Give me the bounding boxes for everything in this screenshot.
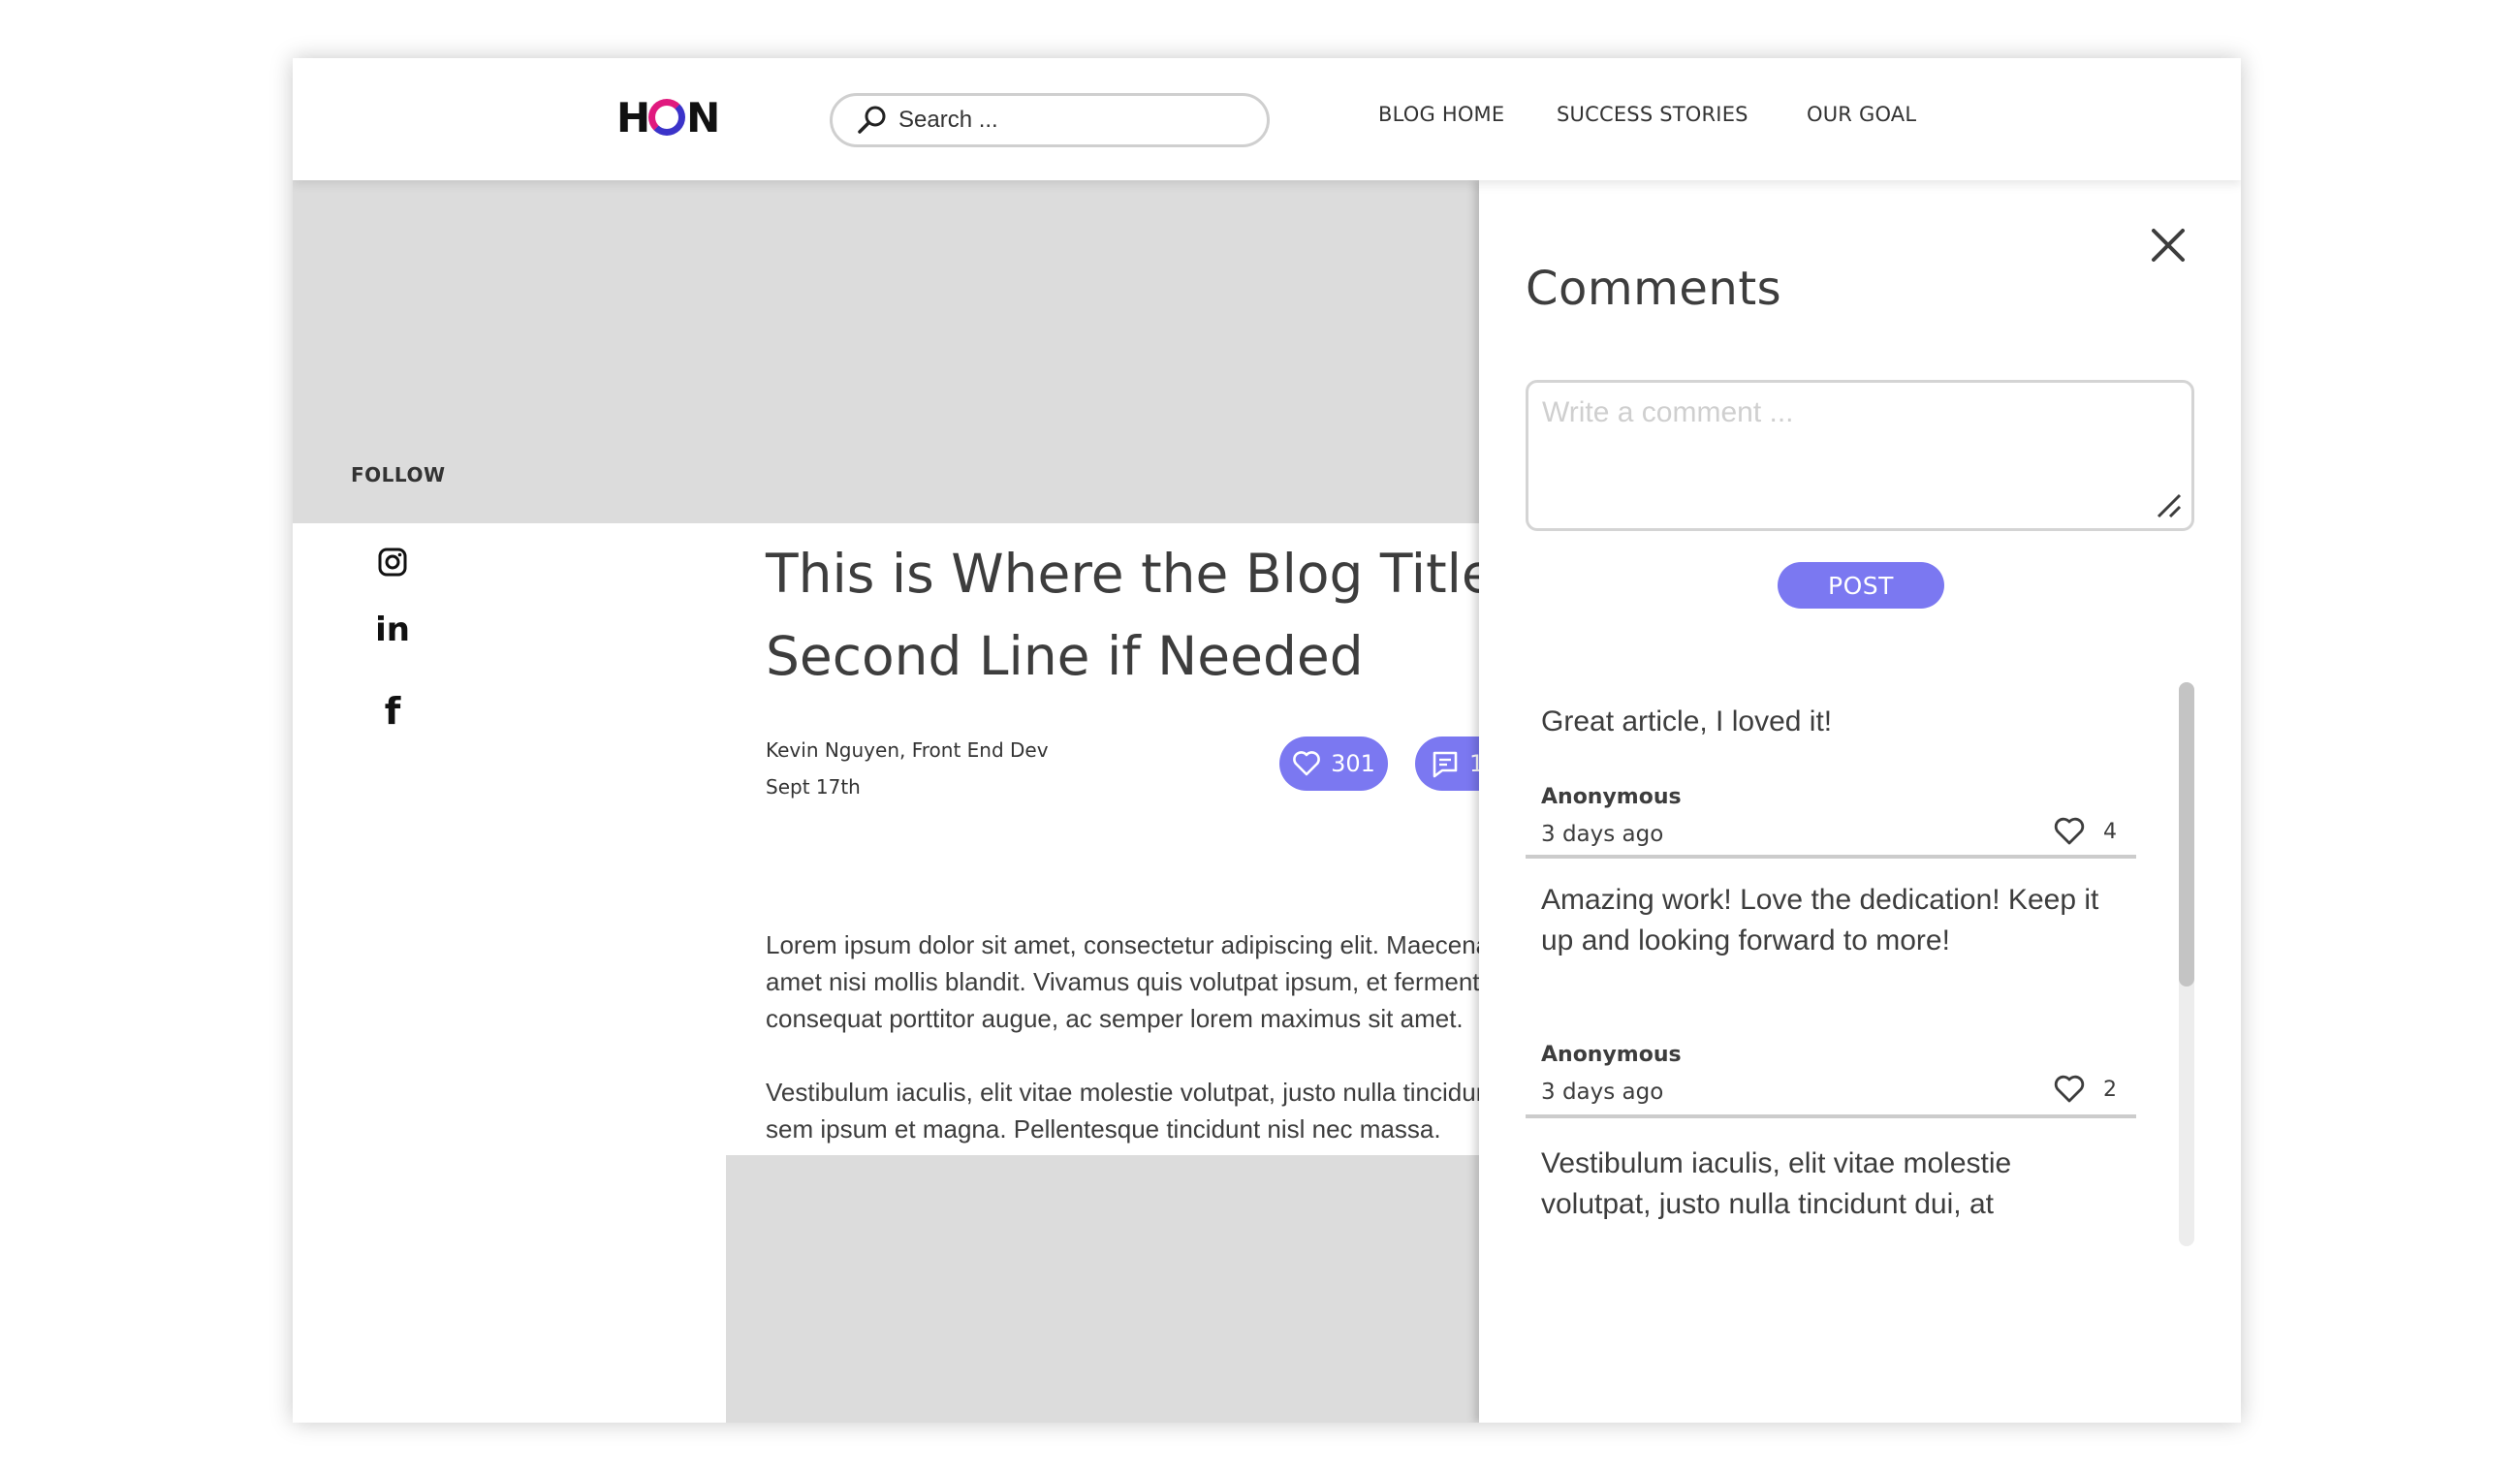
comment-text: Great article, I loved it! [1541,705,1833,737]
search-input[interactable] [898,107,1247,134]
nav-success-stories[interactable]: SUCCESS STORIES [1557,103,1748,126]
comment-text: Amazing work! Love the dedication! Keep … [1541,884,2099,956]
article-image-placeholder [726,1155,1501,1423]
nav-blog-home[interactable]: BLOG HOME [1378,103,1504,126]
comment-like-button[interactable]: 4 [2053,816,2117,847]
comment-item: Great article, I loved it! Anonymous 3 d… [1526,684,2136,859]
search-bar[interactable] [830,93,1270,147]
comment-list[interactable]: Great article, I loved it! Anonymous 3 d… [1526,684,2136,1258]
comment-item: Vestibulum iaculis, elit vitae molestie … [1526,1118,2136,1258]
comment-item: Amazing work! Love the dedication! Keep … [1526,859,2136,1118]
comments-panel: Comments POST Great article, I loved it!… [1479,180,2241,1423]
logo[interactable]: HN [616,93,720,141]
article-paragraph-1: Lorem ipsum dolor sit amet, consectetur … [766,926,1502,1037]
comment-like-button[interactable]: 2 [2053,1074,2117,1105]
comment-author: Anonymous [1541,785,1682,809]
heart-icon [2054,817,2085,845]
comment-input[interactable] [1542,396,2178,515]
resize-handle-icon[interactable] [2155,491,2184,520]
close-icon[interactable] [2148,225,2189,266]
paragraph-line: Lorem ipsum dolor sit amet, consectetur … [766,930,1502,959]
hero-image-placeholder [293,180,1479,523]
comments-title: Comments [1526,262,1782,316]
comment-text: Vestibulum iaculis, elit vitae molestie … [1541,1147,2012,1220]
post-button[interactable]: POST [1778,562,1944,609]
article-date: Sept 17th [766,775,861,799]
logo-letter-h: H [616,93,650,141]
like-button[interactable]: 301 [1279,736,1388,791]
search-icon [858,106,886,134]
article-author: Kevin Nguyen, Front End Dev [766,738,1049,762]
heart-icon [2054,1075,2085,1103]
paragraph-line: consequat porttitor augue, ac semper lor… [766,1004,1464,1033]
follow-label: FOLLOW [351,463,446,486]
article-paragraph-2: Vestibulum iaculis, elit vitae molestie … [766,1074,1502,1147]
top-header: HN BLOG HOME SUCCESS STORIES OUR GOAL [293,58,2241,180]
instagram-icon[interactable] [375,545,410,580]
heart-icon [1293,751,1320,776]
paragraph-line: sem ipsum et magna. Pellentesque tincidu… [766,1114,1441,1144]
comment-time: 3 days ago [1541,1080,1664,1105]
facebook-icon[interactable]: f [375,690,410,733]
logo-letter-n: N [686,93,720,141]
logo-ring [648,99,686,136]
paragraph-line: Vestibulum iaculis, elit vitae molestie … [766,1078,1497,1107]
linkedin-icon[interactable]: in [375,611,410,649]
comment-like-count: 4 [2103,819,2117,844]
comment-icon [1433,751,1458,778]
app-frame: HN BLOG HOME SUCCESS STORIES OUR GOAL FO… [293,58,2241,1423]
comment-author: Anonymous [1541,1043,1682,1067]
comment-input-box[interactable] [1526,380,2194,531]
comment-time: 3 days ago [1541,822,1664,847]
paragraph-line: amet nisi mollis blandit. Vivamus quis v… [766,967,1502,996]
comments-scrollbar[interactable] [2179,682,2194,1246]
scrollbar-thumb[interactable] [2179,682,2194,987]
nav-our-goal[interactable]: OUR GOAL [1807,103,1916,126]
comment-like-count: 2 [2103,1077,2117,1102]
like-count: 301 [1331,750,1375,777]
